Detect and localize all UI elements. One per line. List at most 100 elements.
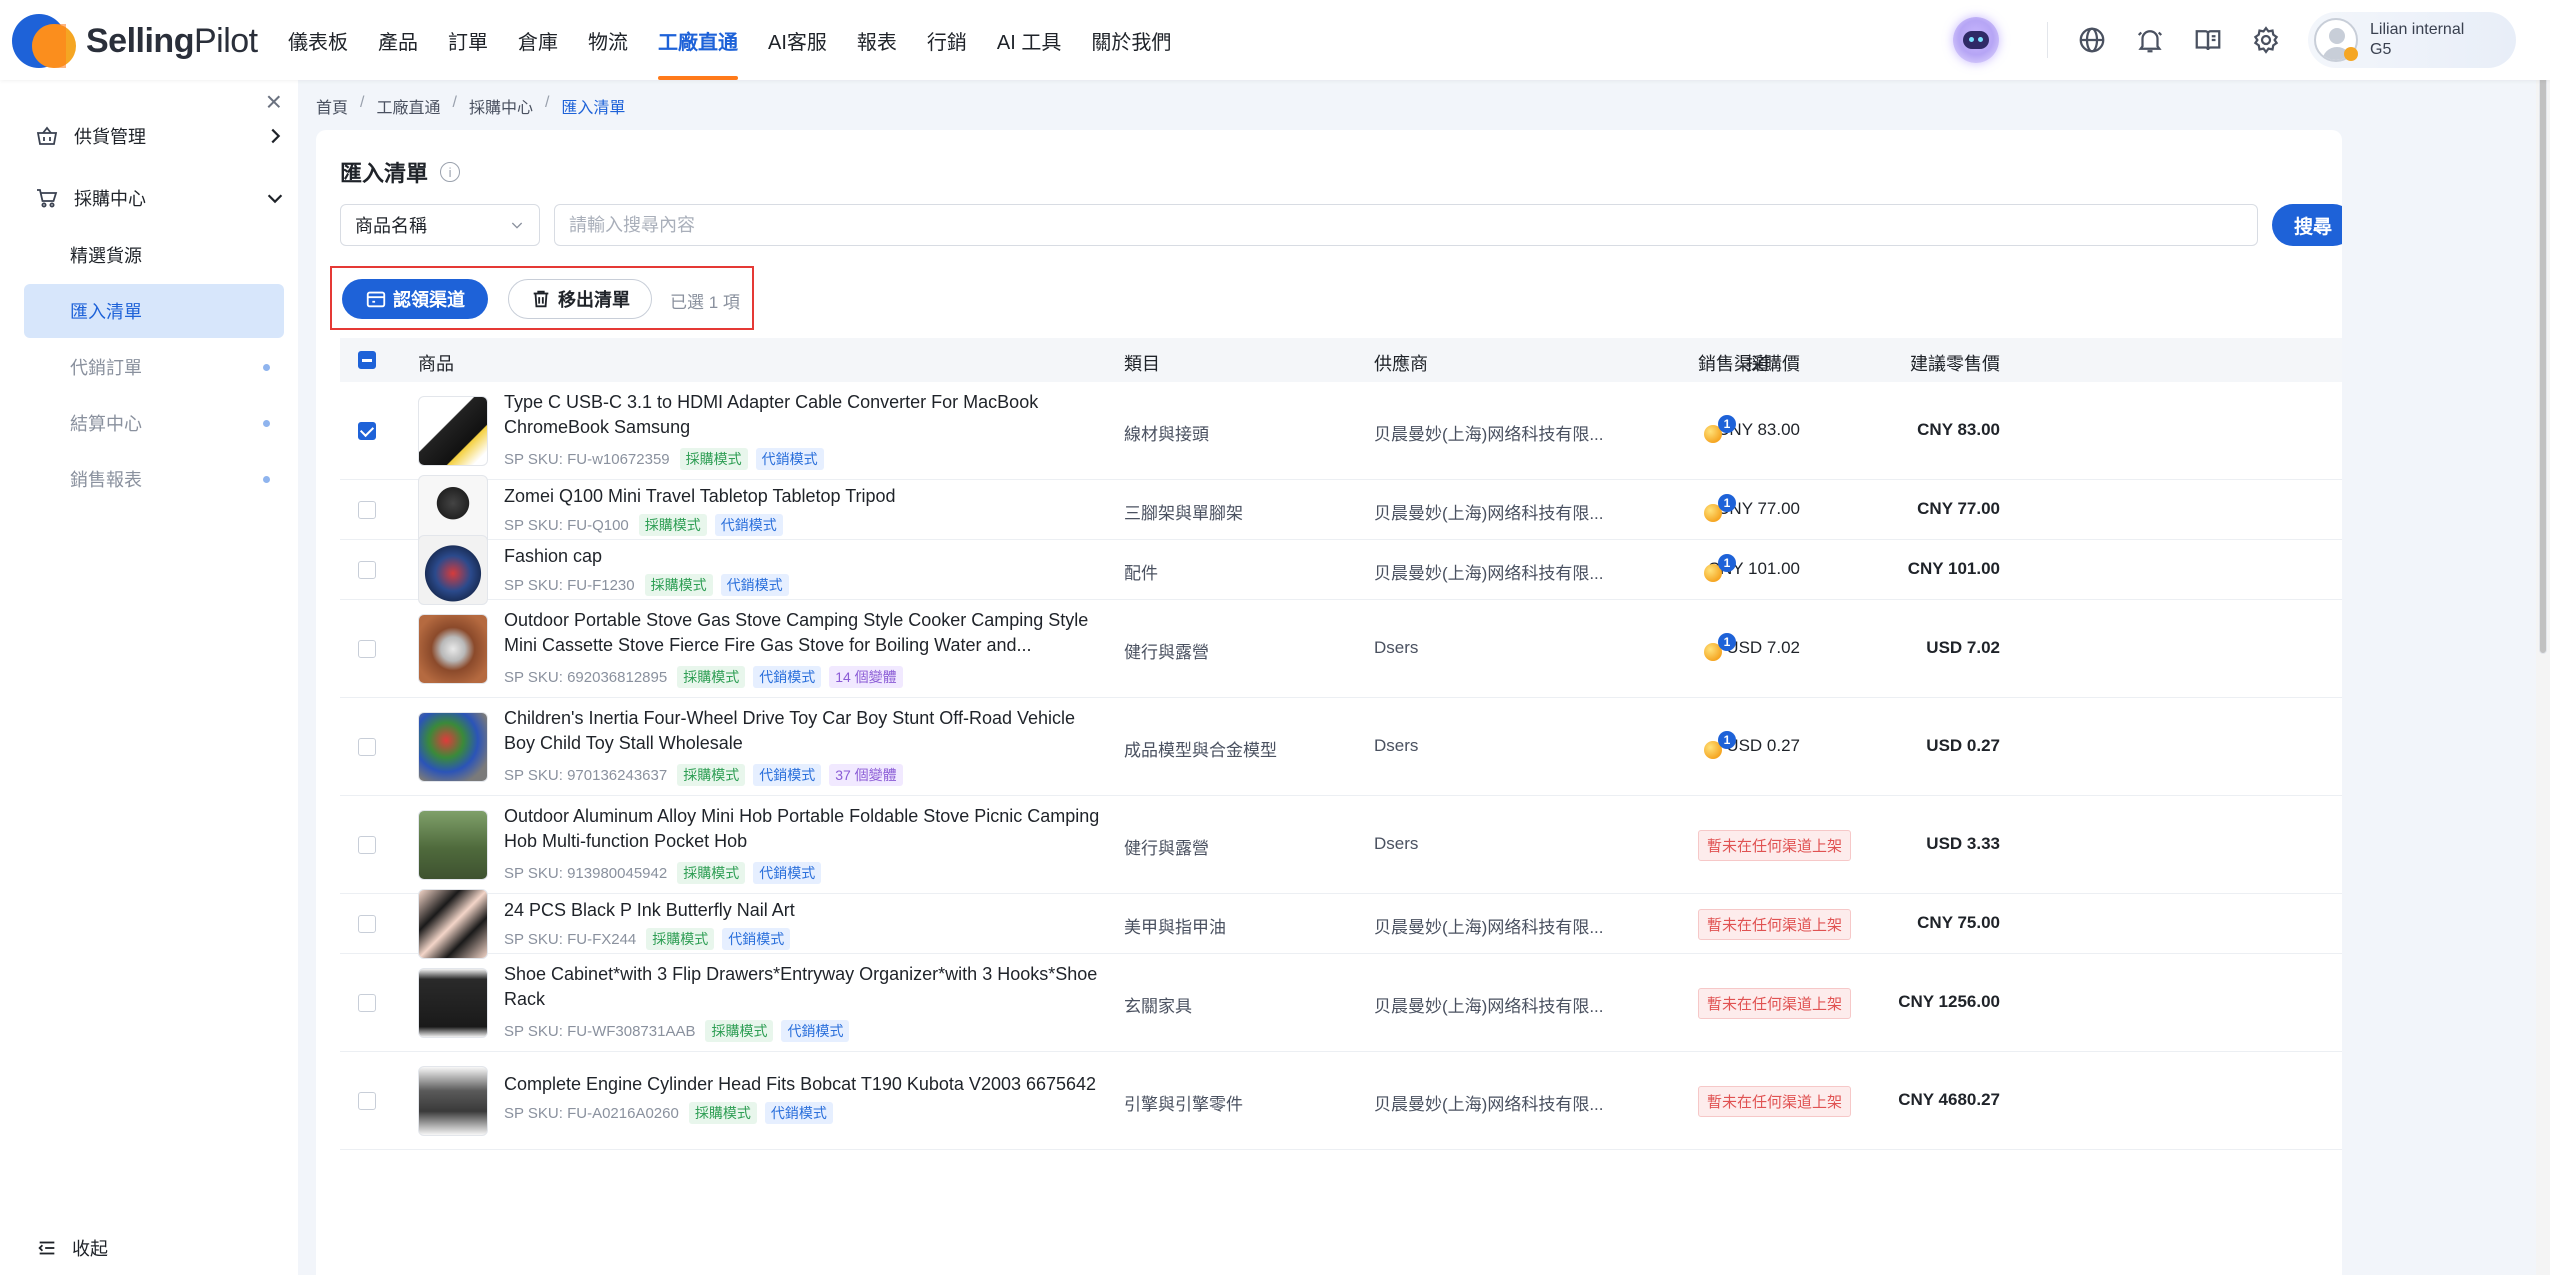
ai-assistant-robot-icon[interactable] <box>1953 17 1999 63</box>
breadcrumb-home[interactable]: 首頁 <box>316 94 348 118</box>
product-name[interactable]: Type C USB-C 3.1 to HDMI Adapter Cable C… <box>504 390 1104 440</box>
row-checkbox[interactable] <box>358 1092 376 1110</box>
product-thumbnail[interactable] <box>418 810 488 880</box>
breadcrumb-current: 匯入清單 <box>561 100 626 117</box>
table-row[interactable]: Fashion cap SP SKU: FU-F1230 採購模式 代銷模式 配件 … <box>340 535 2342 605</box>
globe-icon[interactable] <box>2076 24 2108 56</box>
channel-store-icon[interactable]: 1 <box>1698 633 1742 665</box>
row-checkbox[interactable] <box>358 738 376 756</box>
page-scrollbar[interactable] <box>2536 0 2550 1275</box>
nav-item[interactable]: AI客服 <box>768 0 827 80</box>
product-supplier: 贝晨曼妙(上海)网络科技有限... <box>1374 1095 1604 1114</box>
collapse-sidebar-button[interactable]: 收起 <box>36 1235 108 1261</box>
table-row[interactable]: Children's Inertia Four-Wheel Drive Toy … <box>340 698 2342 796</box>
product-thumbnail[interactable] <box>418 889 488 959</box>
sidebar-item-consignment-orders[interactable]: 代銷訂單 <box>24 340 284 394</box>
mode-tag: 採購模式 <box>677 764 746 786</box>
product-retail-price: CNY 83.00 <box>1917 420 2000 439</box>
mode-tag: 代銷模式 <box>753 862 822 884</box>
table-row[interactable]: Complete Engine Cylinder Head Fits Bobca… <box>340 1052 2342 1150</box>
table-header: 商品 類目 供應商 採購價 建議零售價 銷售渠道 操作 <box>340 338 2342 382</box>
sidebar-group-supply[interactable]: 供貨管理 <box>34 116 286 156</box>
remove-from-list-button[interactable]: 移出清單 <box>508 279 652 319</box>
nav-item[interactable]: 產品 <box>378 0 418 80</box>
product-name[interactable]: Shoe Cabinet*with 3 Flip Drawers*Entrywa… <box>504 962 1104 1012</box>
channel-store-icon[interactable]: 1 <box>1698 494 1742 526</box>
nav-item[interactable]: 物流 <box>588 0 628 80</box>
sidebar-item-settlement[interactable]: 結算中心 <box>24 396 284 450</box>
row-checkbox[interactable] <box>358 915 376 933</box>
page-title: 匯入清單 i <box>340 156 461 188</box>
status-dot <box>263 476 270 483</box>
no-channel-badge: 暫未在任何渠道上架 <box>1698 988 1852 1019</box>
product-retail-price: CNY 4680.27 <box>1898 1090 2000 1109</box>
nav-item[interactable]: 報表 <box>857 0 897 80</box>
product-thumbnail[interactable] <box>418 968 488 1038</box>
sidebar-item-label: 結算中心 <box>70 414 142 434</box>
nav-item[interactable]: 儀表板 <box>288 0 348 80</box>
scrollbar-thumb[interactable] <box>2539 4 2547 654</box>
channel-store-icon[interactable]: 1 <box>1698 731 1742 763</box>
product-thumbnail[interactable] <box>418 1066 488 1136</box>
search-button[interactable]: 搜尋 <box>2272 204 2342 246</box>
product-meta: SP SKU: FU-Q100 採購模式 代銷模式 <box>504 514 791 536</box>
nav-item[interactable]: AI 工具 <box>997 0 1061 80</box>
product-supplier: 贝晨曼妙(上海)网络科技有限... <box>1374 425 1604 444</box>
sidebar-item-import-list[interactable]: 匯入清單 <box>24 284 284 338</box>
sidebar-group-purchase[interactable]: 採購中心 <box>34 178 286 218</box>
channel-store-icon[interactable]: 1 <box>1698 415 1742 447</box>
select-all-checkbox[interactable] <box>358 351 376 369</box>
row-checkbox[interactable] <box>358 994 376 1012</box>
user-menu[interactable]: Lilian internal G5 <box>2308 12 2516 68</box>
product-name[interactable]: Fashion cap <box>504 544 1104 569</box>
product-name[interactable]: Children's Inertia Four-Wheel Drive Toy … <box>504 706 1104 756</box>
product-name[interactable]: Zomei Q100 Mini Travel Tabletop Tabletop… <box>504 484 1104 509</box>
product-name[interactable]: 24 PCS Black P Ink Butterfly Nail Art <box>504 898 1104 923</box>
nav-item[interactable]: 行銷 <box>927 0 967 80</box>
close-icon[interactable]: × <box>266 86 282 118</box>
product-name[interactable]: Outdoor Portable Stove Gas Stove Camping… <box>504 608 1104 658</box>
product-name[interactable]: Outdoor Aluminum Alloy Mini Hob Portable… <box>504 804 1104 854</box>
claim-channel-button[interactable]: 認領渠道 <box>342 279 488 319</box>
breadcrumb-factory-direct[interactable]: 工廠直通 <box>376 94 440 118</box>
sidebar-item-sales-report[interactable]: 銷售報表 <box>24 452 284 506</box>
row-checkbox[interactable] <box>358 422 376 440</box>
table-row[interactable]: Type C USB-C 3.1 to HDMI Adapter Cable C… <box>340 382 2342 480</box>
nav-item[interactable]: 倉庫 <box>518 0 558 80</box>
product-name[interactable]: Complete Engine Cylinder Head Fits Bobca… <box>504 1072 1104 1097</box>
row-checkbox[interactable] <box>358 561 376 579</box>
table-row[interactable]: Zomei Q100 Mini Travel Tabletop Tabletop… <box>340 475 2342 545</box>
product-retail-price: CNY 1256.00 <box>1898 992 2000 1011</box>
product-meta: SP SKU: FU-F1230 採購模式 代銷模式 <box>504 574 797 596</box>
channel-count-badge: 1 <box>1718 731 1736 749</box>
table-row[interactable]: Shoe Cabinet*with 3 Flip Drawers*Entrywa… <box>340 954 2342 1052</box>
sidebar-item-featured-sources[interactable]: 精選貨源 <box>24 228 284 282</box>
channel-count-badge: 1 <box>1718 633 1736 651</box>
table-row[interactable]: Outdoor Portable Stove Gas Stove Camping… <box>340 600 2342 698</box>
channel-store-icon[interactable]: 1 <box>1698 554 1742 586</box>
row-checkbox[interactable] <box>358 640 376 658</box>
bell-icon[interactable] <box>2134 24 2166 56</box>
row-checkbox[interactable] <box>358 501 376 519</box>
product-thumbnail[interactable] <box>418 712 488 782</box>
remove-label: 移出清單 <box>558 290 630 310</box>
search-input[interactable] <box>554 204 2258 246</box>
table-row[interactable]: 24 PCS Black P Ink Butterfly Nail Art SP… <box>340 889 2342 959</box>
book-icon[interactable] <box>2192 24 2224 56</box>
table-row[interactable]: Outdoor Aluminum Alloy Mini Hob Portable… <box>340 796 2342 894</box>
row-checkbox[interactable] <box>358 836 376 854</box>
search-field-select[interactable]: 商品名稱 <box>340 204 540 246</box>
breadcrumb-purchase-center[interactable]: 採購中心 <box>469 94 533 118</box>
product-meta: SP SKU: FU-w10672359 採購模式 代銷模式 <box>504 448 832 470</box>
sellingpilot-logo[interactable]: SellingPilot <box>12 12 258 70</box>
gear-icon[interactable] <box>2250 24 2282 56</box>
product-thumbnail[interactable] <box>418 535 488 605</box>
nav-item[interactable]: 關於我們 <box>1091 0 1171 80</box>
nav-item[interactable]: 工廠直通 <box>658 0 738 80</box>
nav-item[interactable]: 訂單 <box>448 0 488 80</box>
mode-tag: 採購模式 <box>688 1102 757 1124</box>
info-icon[interactable]: i <box>440 162 461 182</box>
product-thumbnail[interactable] <box>418 614 488 684</box>
trash-icon <box>533 290 549 308</box>
product-thumbnail[interactable] <box>418 396 488 466</box>
